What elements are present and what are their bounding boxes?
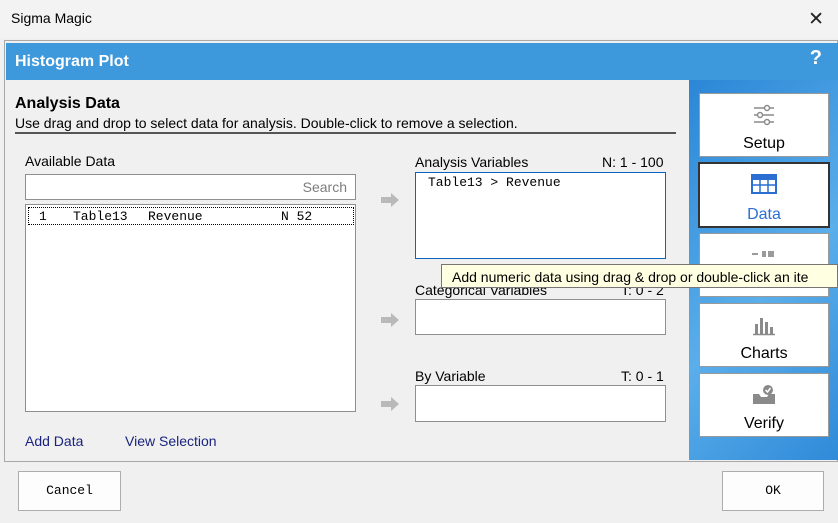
nav-data-button[interactable]: Data [698,162,830,228]
search-input[interactable] [26,175,355,199]
search-field[interactable] [25,174,356,200]
move-to-analysis-arrow-icon[interactable] [381,192,401,208]
window-title: Sigma Magic [11,10,92,26]
item-table: Table13 [73,209,128,224]
dialog-title: Histogram Plot [15,53,129,70]
analysis-variables-range: N: 1 - 100 [602,154,664,170]
available-data-label: Available Data [25,153,116,169]
view-selection-link[interactable]: View Selection [125,433,217,449]
analysis-variable-value[interactable]: Table13 > Revenue [428,175,561,190]
move-to-by-variable-arrow-icon[interactable] [381,396,401,412]
list-item[interactable]: 1 Table13 Revenue N 52 [28,207,354,225]
cancel-button[interactable]: Cancel [18,471,121,511]
nav-verify-label: Verify [743,415,784,432]
nav-data-label: Data [747,206,781,223]
bins-icon [752,246,776,262]
help-icon[interactable]: ? [810,47,822,70]
add-data-link[interactable]: Add Data [25,433,83,449]
window-titlebar: Sigma Magic ✕ [0,0,838,38]
analysis-variables-label: Analysis Variables [415,154,529,170]
close-icon[interactable]: ✕ [808,8,824,31]
by-variable-label: By Variable [415,368,486,384]
section-title: Analysis Data [15,95,120,112]
nav-setup-button[interactable]: Setup [699,93,829,157]
available-data-list[interactable] [25,204,356,412]
nav-charts-label: Charts [740,345,788,362]
section-divider [15,132,676,134]
by-variable-box[interactable] [415,385,666,422]
dialog-footer [0,462,838,523]
item-count: N 52 [281,209,313,224]
dialog-header: Histogram Plot ? [6,43,838,80]
nav-setup-label: Setup [743,135,785,152]
nav-charts-button[interactable]: Charts [699,303,829,367]
by-variable-range: T: 0 - 1 [621,368,664,384]
sliders-icon [752,104,776,129]
item-index: 1 [39,209,47,224]
categorical-variables-box[interactable] [415,299,666,335]
bar-chart-icon [752,314,776,339]
analysis-variables-box[interactable]: Table13 > Revenue [415,172,666,259]
item-column: Revenue [148,209,203,224]
verify-icon [751,384,777,409]
tooltip: Add numeric data using drag & drop or do… [441,264,838,288]
section-subtitle: Use drag and drop to select data for ana… [15,115,518,131]
move-to-categorical-arrow-icon[interactable] [381,312,401,328]
nav-verify-button[interactable]: Verify [699,373,829,437]
table-icon [751,174,777,197]
ok-button[interactable]: OK [722,471,824,511]
